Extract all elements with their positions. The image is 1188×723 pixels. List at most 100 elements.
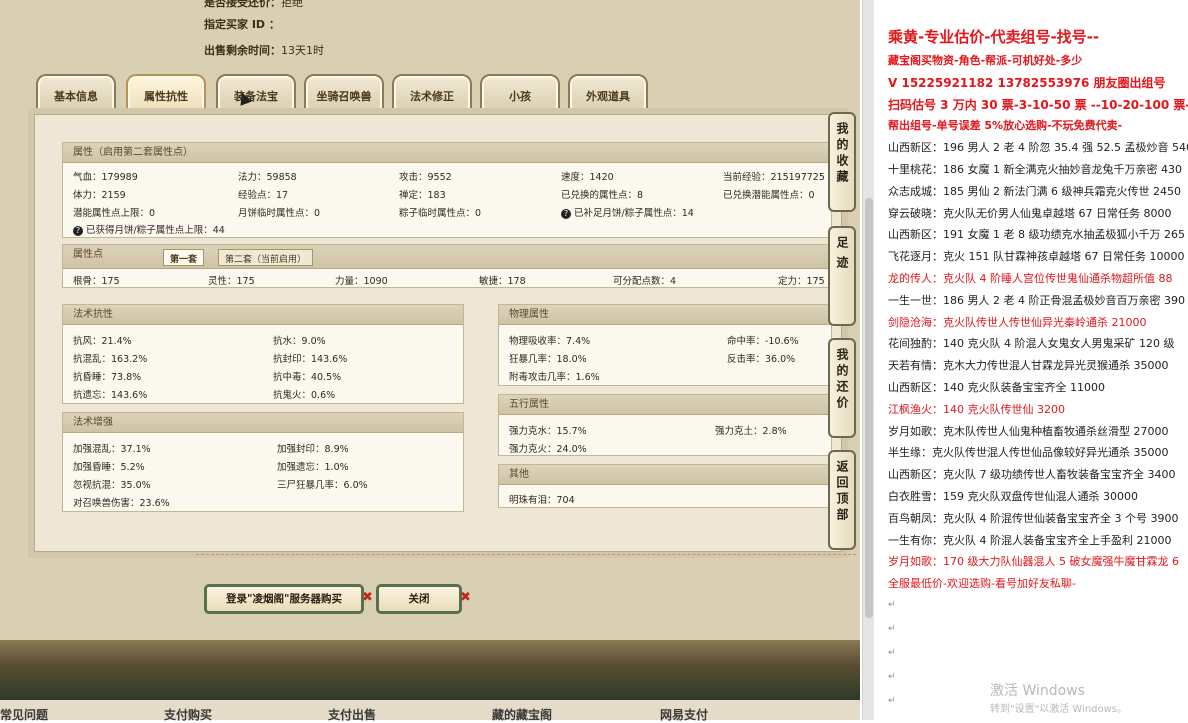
empty-line-marker: ↵ [888, 696, 896, 706]
tab-appearance[interactable]: 外观道具 [568, 74, 648, 110]
footer-nav: 常见问题 支付购买 支付出售 藏的藏宝阁 网易支付 [0, 700, 860, 723]
footprint-label: 足迹 [835, 236, 849, 276]
footer-decoration [0, 640, 860, 700]
attr-value: ? 已获得月饼/粽子属性点上限：44 [73, 222, 225, 236]
attr-value: 月饼临时属性点：0 [238, 208, 321, 219]
physical-value: 物理吸收率：7.4% [509, 336, 591, 347]
footer-link[interactable]: 常见问题 [0, 706, 48, 723]
help-icon[interactable]: ? [561, 209, 571, 219]
windows-watermark: 激活 Windows [990, 683, 1085, 699]
physical-section: 物理属性 物理吸收率：7.4% 命中率：-10.6% 狂暴几率：18.0% 反击… [498, 304, 832, 386]
attr-value: 速度：1420 [561, 172, 614, 183]
close-button[interactable]: 关闭 [376, 584, 462, 614]
my-favorites-button[interactable]: 我的收藏 [828, 112, 856, 212]
attr-value: 已兑换潜能属性点：0 [723, 190, 815, 201]
footer-link[interactable]: 支付出售 [328, 706, 376, 723]
back-to-top-button[interactable]: 返回顶部 [828, 450, 856, 550]
my-counteroffers-button[interactable]: 我的还价 [828, 338, 856, 438]
footer-link[interactable]: 支付购买 [164, 706, 212, 723]
help-icon[interactable]: ? [73, 226, 83, 236]
attr-value: 攻击：9552 [399, 172, 452, 183]
attr-value: 经验点：17 [238, 190, 289, 201]
resist-value: 抗鬼火：0.6% [273, 390, 336, 401]
tab-attributes[interactable]: 属性抗性 [126, 74, 206, 110]
resist-value: 抗昏睡：73.8% [73, 372, 142, 383]
footer-link[interactable]: 网易支付 [660, 706, 708, 723]
listing-line: 山西新区：191 女魔 1 老 8 级功绩克水抽孟极狐小千万 265 [888, 228, 1185, 242]
enhance-value: 忽视抗混：35.0% [73, 480, 151, 491]
attributes-panel: 属性（启用第二套属性点） 气血：179989 法力：59858 攻击：9552 … [28, 108, 848, 558]
elements-section: 五行属性 强力克水：15.7% 强力克土：2.8% 强力克火：24.0% [498, 394, 832, 456]
listing-line: 岁月如歌：克木队传世人仙鬼种植畜牧通杀丝滑型 27000 [888, 424, 1169, 438]
footprint-button[interactable]: 足迹 [828, 226, 856, 326]
buyer-id-row: 指定买家 ID ： [204, 16, 280, 32]
attributes-section: 属性（启用第二套属性点） 气血：179989 法力：59858 攻击：9552 … [62, 142, 832, 238]
point-value: 定力：175 [778, 276, 825, 287]
empty-line-marker: ↵ [888, 648, 896, 658]
back-to-top-label: 返回顶部 [835, 460, 849, 524]
tab-equipment[interactable]: 装备法宝 [216, 74, 296, 110]
enhance-section: 法术增强 加强混乱：37.1% 加强封印：8.9% 加强昏睡：5.2% 加强遗忘… [62, 412, 464, 512]
attr-text: 已补足月饼/粽子属性点：14 [574, 208, 694, 219]
element-value: 强力克火：24.0% [509, 444, 587, 455]
tab-mounts[interactable]: 坐骑召唤兽 [304, 74, 384, 110]
listing-line: 半生缘：克火队传世混人传世仙品像较好异光通杀 35000 [888, 446, 1169, 460]
points-subtab-first[interactable]: 第一套 [163, 249, 205, 266]
attr-value: 气血：179989 [73, 172, 138, 183]
element-value: 强力克水：15.7% [509, 426, 587, 437]
partial-value: 拒绝 [281, 0, 303, 9]
listing-line: 穿云破晓：克火队无价男人仙鬼卓越塔 67 日常任务 8000 [888, 206, 1172, 220]
resist-value: 抗混乱：163.2% [73, 354, 148, 365]
element-value: 强力克土：2.8% [715, 426, 787, 437]
point-value: 可分配点数：4 [613, 276, 677, 287]
listing-line: 天若有情：克木大力传世混人甘霖龙异光灵猴通杀 35000 [888, 359, 1169, 373]
remaining-value: 13天1时 [281, 44, 324, 57]
attr-value: 已兑换的属性点：8 [561, 190, 644, 201]
elements-header: 五行属性 [499, 395, 831, 415]
listing-line: 藏宝阁买物资-角色-帮派-可机好处-多少 [888, 54, 1083, 67]
point-value: 灵性：175 [208, 276, 255, 287]
attr-value: 禅定：183 [399, 190, 446, 201]
point-value: 根骨：175 [73, 276, 120, 287]
partial-label: 是否接受还价： [204, 0, 281, 9]
enhance-value: 加强混乱：37.1% [73, 444, 151, 455]
enhance-value: 对召唤兽伤害：23.6% [73, 498, 170, 509]
remaining-row: 出售剩余时间：13天1时 [204, 42, 324, 58]
game-window: 是否接受还价：拒绝 指定买家 ID ： 出售剩余时间：13天1时 基本信息 属性… [0, 0, 860, 723]
remaining-label: 出售剩余时间： [204, 44, 281, 57]
listing-line: 一生有你：克火队 4 阶混人装备宝宝齐全上手盈利 21000 [888, 533, 1172, 547]
listing-line: 众志成城：185 男仙 2 新法门满 6 级神兵霜克火传世 2450 [888, 184, 1181, 198]
scrollbar-thumb[interactable] [865, 198, 873, 618]
windows-watermark-sub: 转到"设置"以激活 Windows。 [990, 704, 1128, 715]
empty-line-marker: ↵ [888, 600, 896, 610]
attr-value: 潜能属性点上限：0 [73, 208, 156, 219]
listing-line: 山西新区：140 克火队装备宝宝齐全 11000 [888, 381, 1105, 394]
resist-value: 抗水：9.0% [273, 336, 326, 347]
scrollbar[interactable] [862, 0, 874, 720]
listing-line: V 15225921182 13782553976 朋友圈出组号 [888, 75, 1166, 90]
footer-link[interactable]: 藏的藏宝阁 [492, 706, 552, 723]
enhance-value: 加强昏睡：5.2% [73, 462, 145, 473]
resist-value: 抗风：21.4% [73, 336, 132, 347]
attr-value: ? 已补足月饼/粽子属性点：14 [561, 205, 694, 219]
buy-button[interactable]: 登录"凌烟阁"服务器购买 [204, 584, 364, 614]
buyer-id-label: 指定买家 ID ： [204, 18, 280, 31]
listing-line: 扫码估号 3 万内 30 票-3-10-50 票 --10-20-100 票- … [888, 97, 1188, 112]
point-value: 敏捷：178 [479, 276, 526, 287]
tab-children[interactable]: 小孩 [480, 74, 560, 110]
tab-spell-mods[interactable]: 法术修正 [392, 74, 472, 110]
empty-line-marker: ↵ [888, 672, 896, 682]
listing-line: 百鸟朝凤：克火队 4 阶混传世仙装备宝宝齐全 3 个号 3900 [888, 511, 1179, 525]
attr-value: 法力：59858 [238, 172, 297, 183]
listing-line: 山西新区：196 男人 2 老 4 阶忽 35.4 强 52.5 孟极炒音 54… [888, 141, 1188, 155]
other-value: 明珠有泪：704 [509, 495, 575, 506]
points-subtab-second[interactable]: 第二套（当前启用） [218, 249, 314, 266]
tab-basic-info[interactable]: 基本信息 [36, 74, 116, 110]
physical-value: 命中率：-10.6% [727, 336, 799, 347]
my-favorites-label: 我的收藏 [835, 122, 849, 186]
attr-text: 已获得月饼/粽子属性点上限：44 [86, 225, 225, 236]
attr-value: 粽子临时属性点：0 [399, 208, 482, 219]
enhance-value: 加强封印：8.9% [277, 444, 349, 455]
sale-info: 是否接受还价：拒绝 指定买家 ID ： 出售剩余时间：13天1时 [200, 0, 600, 62]
listing-line: 龙的传人：克火队 4 阶睡人宫位传世鬼仙通杀物超所值 88 [888, 272, 1173, 285]
